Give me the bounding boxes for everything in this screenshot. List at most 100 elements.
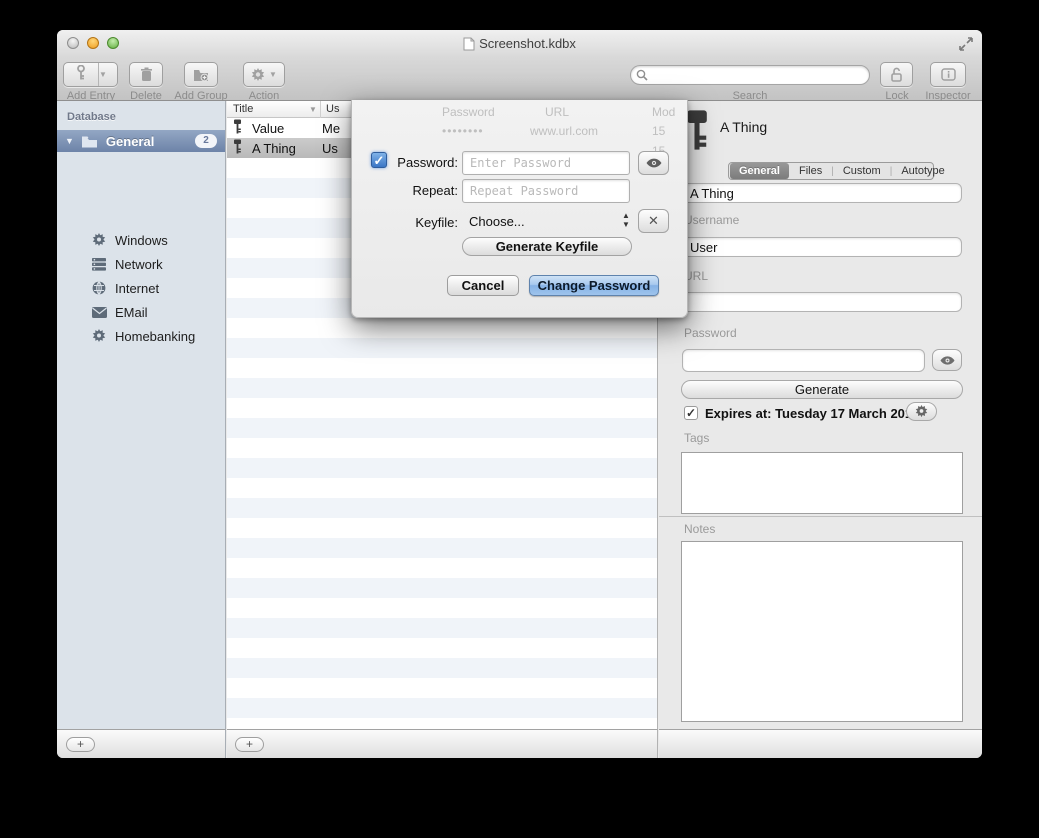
sidebar-item-windows[interactable]: Windows (57, 228, 225, 252)
column-divider[interactable] (320, 101, 321, 118)
window-title: Screenshot.kdbx (57, 36, 982, 51)
gear-icon (91, 233, 107, 247)
sidebar-item-label: EMail (115, 305, 148, 320)
app-window: Screenshot.kdbx ▼ Add Entry Delete Add G… (57, 30, 982, 758)
generate-password-button[interactable]: Generate (681, 380, 963, 399)
ghost-column-mod: Mod (652, 105, 675, 119)
add-entry-footer-button[interactable]: + (235, 737, 264, 752)
sidebar-item-label: Windows (115, 233, 168, 248)
dialog-repeat-label: Repeat: (388, 183, 458, 198)
ghost-password-dots: •••••••• (442, 124, 484, 138)
sidebar-footer: + (57, 729, 226, 758)
chevron-down-icon[interactable]: ▼ (99, 70, 117, 79)
inspector-panel: A Thing General Files | Custom | Autotyp… (659, 101, 982, 729)
trash-icon (140, 67, 153, 82)
chevron-down-icon: ▼ (269, 70, 277, 79)
dialog-password-label: Password: (388, 155, 458, 170)
change-password-button[interactable]: Change Password (529, 275, 659, 296)
sidebar-item-email[interactable]: EMail (57, 300, 225, 324)
fullscreen-icon[interactable] (958, 36, 974, 52)
add-group-button[interactable] (184, 62, 218, 87)
ghost-column-password: Password (442, 105, 495, 119)
sidebar-item-label: Internet (115, 281, 159, 296)
reveal-password-button[interactable] (932, 349, 962, 371)
inspector-tabbar: General Files | Custom | Autotype (728, 162, 934, 180)
gear-icon (251, 68, 265, 82)
notes-textarea[interactable] (681, 541, 963, 722)
column-header-title[interactable]: Title (233, 103, 253, 115)
entry-title: Value (252, 121, 314, 136)
tags-textarea[interactable] (681, 452, 963, 514)
sidebar-item-label: Network (115, 257, 163, 272)
section-divider (659, 516, 982, 517)
expires-options-button[interactable] (906, 402, 937, 421)
clear-keyfile-button[interactable]: ✕ (638, 209, 669, 233)
info-icon (941, 68, 956, 81)
tab-custom[interactable]: Custom (834, 163, 890, 179)
sidebar-item-internet[interactable]: Internet (57, 276, 225, 300)
cancel-button[interactable]: Cancel (447, 275, 519, 296)
key-icon (233, 119, 242, 137)
keyfile-popup[interactable]: Choose... (469, 214, 525, 229)
key-icon (64, 65, 98, 85)
sidebar-item-label: Homebanking (115, 329, 195, 344)
ghost-column-url: URL (545, 105, 569, 119)
tags-label: Tags (684, 431, 709, 445)
password-field[interactable] (682, 349, 925, 372)
delete-button[interactable] (129, 62, 163, 87)
tab-files[interactable]: Files (790, 163, 831, 179)
unlock-icon (890, 67, 903, 83)
inspector-entry-title: A Thing (720, 119, 767, 135)
tab-general[interactable]: General (730, 163, 789, 179)
entry-username: Me (322, 121, 340, 136)
reveal-password-button[interactable] (638, 151, 669, 175)
entry-title: A Thing (252, 141, 314, 156)
eye-icon (646, 158, 662, 168)
tab-autotype[interactable]: Autotype (892, 163, 953, 179)
expires-label: Expires at: Tuesday 17 March 2015 (705, 406, 919, 421)
url-field[interactable] (682, 292, 962, 312)
key-icon (233, 139, 242, 157)
generate-keyfile-button[interactable]: Generate Keyfile (462, 237, 632, 256)
stepper-icon[interactable]: ▲▼ (622, 211, 630, 229)
gear-icon (91, 329, 107, 343)
notes-label: Notes (684, 522, 715, 536)
add-group-footer-button[interactable]: + (66, 737, 95, 752)
inspector-footer (659, 729, 982, 758)
sidebar-section-header: Database (67, 111, 116, 123)
new-password-input[interactable] (462, 151, 630, 175)
expires-checkbox[interactable]: ✓ (684, 406, 698, 420)
sidebar: Database ▼ General 2 Windows Network Int… (57, 101, 226, 729)
server-icon (91, 258, 107, 271)
lock-button[interactable] (880, 62, 913, 87)
title-field[interactable] (682, 183, 962, 203)
globe-icon (91, 281, 107, 295)
titlebar: Screenshot.kdbx (57, 30, 982, 57)
entry-username: Us (322, 141, 338, 156)
eye-icon (940, 356, 955, 365)
envelope-icon (91, 307, 107, 318)
sidebar-group-general[interactable]: ▼ General 2 (57, 130, 225, 152)
dialog-keyfile-label: Keyfile: (388, 215, 458, 230)
ghost-mod-value: 15 (652, 124, 665, 138)
add-entry-button[interactable]: ▼ (63, 62, 118, 87)
password-label: Password (684, 326, 737, 340)
sidebar-group-label: General (106, 134, 154, 149)
toolbar: ▼ Add Entry Delete Add Group ▼ Action Se… (57, 57, 982, 101)
column-header-username[interactable]: Us (326, 103, 339, 115)
search-input[interactable] (630, 65, 870, 85)
username-field[interactable] (682, 237, 962, 257)
action-button[interactable]: ▼ (243, 62, 285, 87)
inspector-button[interactable] (930, 62, 966, 87)
ghost-url-value: www.url.com (530, 124, 598, 138)
password-checkbox[interactable]: ✓ (371, 152, 387, 168)
sidebar-item-network[interactable]: Network (57, 252, 225, 276)
repeat-password-input[interactable] (462, 179, 630, 203)
sidebar-item-homebanking[interactable]: Homebanking (57, 324, 225, 348)
gear-icon (915, 405, 928, 418)
change-password-sheet: Password URL Mod •••••••• www.url.com 15… (351, 100, 688, 318)
search-icon (636, 69, 648, 81)
disclosure-triangle-icon[interactable]: ▼ (65, 136, 74, 146)
group-count-badge: 2 (195, 134, 217, 148)
username-label: Username (684, 213, 739, 227)
